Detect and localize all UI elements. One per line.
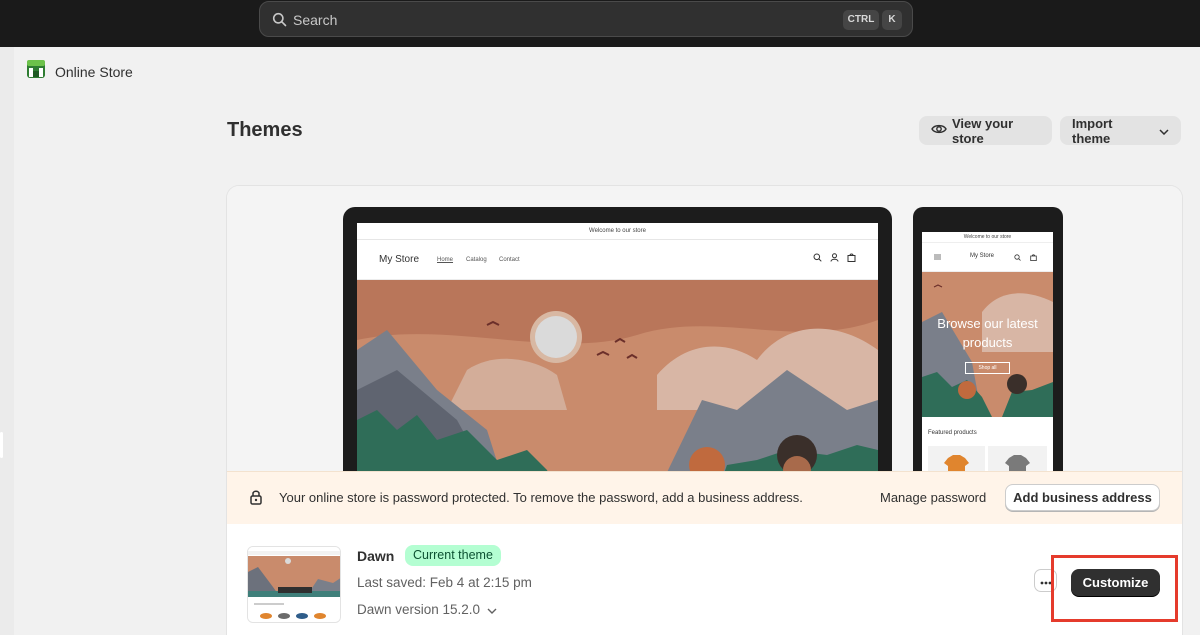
nav-catalog: Catalog [466,257,487,263]
store-name: My Store [379,254,420,265]
eye-icon [931,123,952,138]
theme-name: Dawn [357,548,395,564]
import-theme-button[interactable]: Import theme [1060,115,1181,146]
customize-button[interactable]: Customize [1071,569,1160,596]
theme-thumbnail-image [248,547,340,622]
more-actions-button[interactable] [1034,569,1057,592]
theme-preview: Welcome to our store My Store Home Catal… [227,186,1182,507]
nav-contact: Contact [499,257,520,263]
mobile-store-name: My Store [970,253,995,259]
lock-icon [249,489,263,510]
sidebar [0,47,14,635]
hero-illustration [357,280,878,493]
cart-icon [847,253,856,262]
chevron-down-icon [1153,123,1169,138]
menu-icon [934,254,941,260]
search-icon [813,253,822,262]
top-bar: Search CTRL K [0,0,1200,47]
mobile-preview-screen: Welcome to our store My Store Browse our… [922,232,1053,487]
online-store-label: Online Store [55,63,133,80]
theme-version-selector[interactable]: Dawn version 15.2.0 [357,602,497,617]
announcement-bar: Welcome to our store [357,223,878,240]
mobile-featured-title: Featured products [928,430,977,436]
ellipsis-icon [1040,572,1052,590]
desktop-preview: Welcome to our store My Store Home Catal… [343,207,892,507]
password-protected-banner: Your online store is password protected.… [227,471,1182,524]
current-theme-badge: Current theme [405,545,501,566]
view-your-store-label: View your store [952,115,1014,146]
chevron-down-icon [480,602,497,617]
storefront-icon [26,59,46,84]
import-theme-label: Import theme [1072,115,1113,146]
mobile-preview: Welcome to our store My Store Browse our… [913,207,1063,487]
theme-row: Dawn Current theme Last saved: Feb 4 at … [227,524,1182,635]
shortcut-ctrl-key: CTRL [843,10,879,30]
nav-home: Home [437,257,454,263]
sidebar-scroll-handle[interactable] [0,432,3,458]
manage-password-link[interactable]: Manage password [880,490,986,505]
search-icon [1014,254,1021,261]
mobile-hero-headline: Browse our latest products [937,316,1038,350]
mobile-shop-all-button: Shop all [965,362,1010,374]
search-bar[interactable]: Search CTRL K [259,1,913,37]
store-header-icons [813,253,856,262]
mobile-store-header: My Store [922,243,1053,272]
banner-message: Your online store is password protected.… [279,490,803,505]
account-icon [830,253,839,262]
shortcut-k-key: K [882,10,902,30]
search-placeholder: Search [293,12,338,28]
theme-thumbnail[interactable] [247,546,341,623]
search-icon [272,12,287,32]
desktop-preview-screen: Welcome to our store My Store Home Catal… [357,223,878,493]
view-your-store-button[interactable]: View your store [919,115,1052,146]
mobile-announcement-bar: Welcome to our store [922,232,1053,243]
cart-icon [1030,254,1037,261]
theme-version-label: Dawn version 15.2.0 [357,602,481,617]
last-saved-text: Last saved: Feb 4 at 2:15 pm [357,575,532,590]
add-business-address-button[interactable]: Add business address [1005,484,1160,511]
store-header: My Store Home Catalog Contact [357,240,878,280]
sales-channel-online-store[interactable]: Online Store [26,59,133,84]
page-title: Themes [227,119,303,141]
current-theme-card: Welcome to our store My Store Home Catal… [227,186,1182,635]
